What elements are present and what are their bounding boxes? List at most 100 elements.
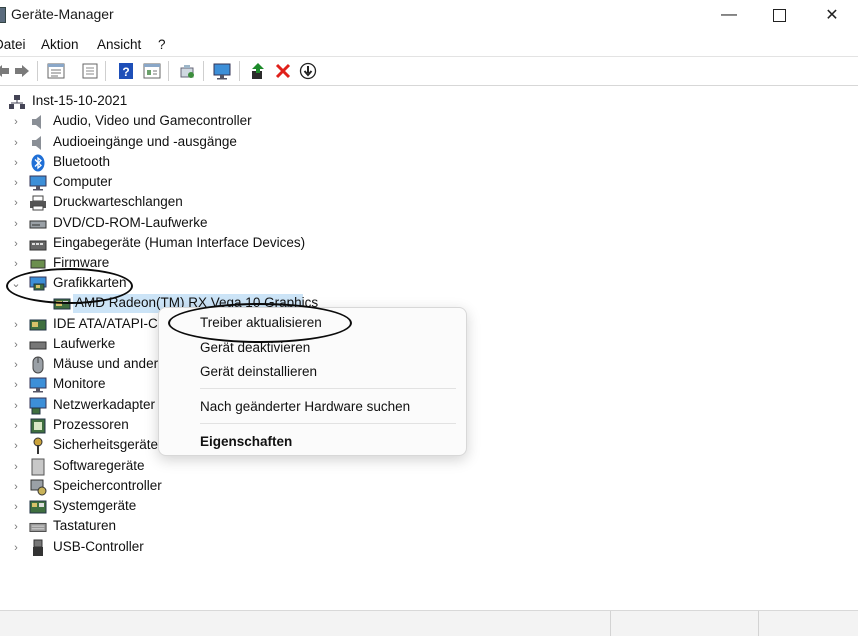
chevron-right-icon[interactable]: › xyxy=(10,460,22,474)
chevron-right-icon[interactable]: › xyxy=(10,156,22,170)
tree-category-label: Netzwerkadapter xyxy=(53,397,156,412)
annotation-ellipse-update-driver xyxy=(168,303,352,343)
bluetooth-icon xyxy=(29,154,47,171)
maximize-button[interactable] xyxy=(753,0,805,30)
chevron-right-icon[interactable]: › xyxy=(10,176,22,190)
tree-root-label: Inst-15-10-2021 xyxy=(32,93,128,108)
tree-category-label: Prozessoren xyxy=(53,417,129,432)
status-bar xyxy=(0,610,858,636)
tree-category-row[interactable]: › Systemgeräte xyxy=(0,497,858,517)
chevron-right-icon[interactable]: › xyxy=(10,115,22,129)
menu-item-uninstall-device[interactable]: Gerät deinstallieren xyxy=(200,364,317,379)
speaker-icon xyxy=(29,113,47,130)
tree-category-row[interactable]: › Druckwarteschlangen xyxy=(0,193,858,213)
chevron-right-icon[interactable]: › xyxy=(10,196,22,210)
tree-category-row[interactable]: › DVD/CD-ROM-Laufwerke xyxy=(0,214,858,234)
key-icon xyxy=(29,437,47,454)
tree-category-row[interactable]: › Softwaregeräte xyxy=(0,457,858,477)
tree-category-label: Softwaregeräte xyxy=(53,458,145,473)
tree-category-label: Systemgeräte xyxy=(53,498,137,513)
tree-category-row[interactable]: › Eingabegeräte (Human Interface Devices) xyxy=(0,234,858,254)
tree-category-row[interactable]: › Speichercontroller xyxy=(0,477,858,497)
back-arrow-icon[interactable] xyxy=(0,61,12,81)
close-button[interactable]: ✕ xyxy=(806,0,858,30)
chevron-right-icon[interactable]: › xyxy=(10,520,22,534)
chevron-right-icon[interactable]: › xyxy=(10,399,22,413)
close-icon: ✕ xyxy=(825,7,839,24)
tree-category-row[interactable]: › Tastaturen xyxy=(0,517,858,537)
tree-category-label: Eingabegeräte (Human Interface Devices) xyxy=(53,235,306,250)
monitor-icon xyxy=(29,174,47,191)
tree-root[interactable]: Inst-15-10-2021 xyxy=(0,92,858,112)
monitor-icon xyxy=(29,376,47,393)
svg-text:?: ? xyxy=(122,65,129,79)
tree-category-label: Monitore xyxy=(53,376,106,391)
tree-category-row[interactable]: › USB-Controller xyxy=(0,538,858,558)
status-divider xyxy=(610,611,611,636)
tree-category-row[interactable]: › Firmware xyxy=(0,254,858,274)
forward-arrow-icon[interactable] xyxy=(12,61,32,81)
chevron-right-icon[interactable]: › xyxy=(10,480,22,494)
chevron-right-icon[interactable]: › xyxy=(10,500,22,514)
status-divider xyxy=(758,611,759,636)
mouse-icon xyxy=(29,356,47,373)
list-view-icon[interactable] xyxy=(80,61,100,81)
processor-icon xyxy=(29,417,47,434)
tree-category-label: DVD/CD-ROM-Laufwerke xyxy=(53,215,208,230)
update-driver-icon[interactable] xyxy=(248,61,268,81)
menu-datei[interactable]: Datei xyxy=(0,37,26,52)
dvd-drive-icon xyxy=(29,215,47,232)
tree-category-label: Tastaturen xyxy=(53,518,117,533)
menu-ansicht[interactable]: Ansicht xyxy=(97,37,141,52)
menu-help[interactable]: ? xyxy=(158,37,166,52)
tree-category-label: Sicherheitsgeräte xyxy=(53,437,159,452)
storage-controller-icon xyxy=(29,478,47,495)
software-device-icon xyxy=(29,458,47,475)
tree-category-label: Computer xyxy=(53,174,113,189)
help-icon[interactable]: ? xyxy=(116,61,136,81)
tree-category-label: Bluetooth xyxy=(53,154,111,169)
disk-drive-icon xyxy=(29,336,47,353)
properties-icon[interactable] xyxy=(46,61,66,81)
chevron-right-icon[interactable]: › xyxy=(10,378,22,392)
tree-category-row[interactable]: › Audioeingänge und -ausgänge xyxy=(0,133,858,153)
tree-category-label: Druckwarteschlangen xyxy=(53,194,183,209)
device-manager-icon xyxy=(0,7,6,23)
chevron-right-icon[interactable]: › xyxy=(10,358,22,372)
tree-category-label: Mäuse und ander xyxy=(53,356,159,371)
hid-icon xyxy=(29,235,47,252)
menu-aktion[interactable]: Aktion xyxy=(41,37,79,52)
usb-icon xyxy=(29,539,47,556)
tree-category-row[interactable]: › Computer xyxy=(0,173,858,193)
disable-icon[interactable] xyxy=(298,61,318,81)
chevron-right-icon[interactable]: › xyxy=(10,237,22,251)
menu-item-properties[interactable]: Eigenschaften xyxy=(200,434,292,449)
uninstall-icon[interactable] xyxy=(273,61,293,81)
scan-icon[interactable] xyxy=(177,61,197,81)
tree-category-row[interactable]: › Audio, Video und Gamecontroller xyxy=(0,112,858,132)
toolbar: ? xyxy=(0,56,858,86)
monitor-icon[interactable] xyxy=(212,61,232,81)
minimize-icon: — xyxy=(721,6,737,23)
ide-icon xyxy=(29,316,47,333)
speaker-icon xyxy=(29,134,47,151)
chevron-right-icon[interactable]: › xyxy=(10,439,22,453)
menu-bar: Datei Aktion Ansicht ? xyxy=(0,34,858,56)
tree-category-label: Audio, Video und Gamecontroller xyxy=(53,113,252,128)
toolbar-separator xyxy=(239,61,240,81)
chevron-right-icon[interactable]: › xyxy=(10,419,22,433)
network-adapter-icon xyxy=(29,397,47,414)
computer-root-icon xyxy=(8,93,26,110)
tree-category-row[interactable]: › Bluetooth xyxy=(0,153,858,173)
action-view-icon[interactable] xyxy=(142,61,162,81)
menu-item-scan-hardware[interactable]: Nach geänderter Hardware suchen xyxy=(200,399,410,414)
chevron-right-icon[interactable]: › xyxy=(10,257,22,271)
chevron-right-icon[interactable]: › xyxy=(10,217,22,231)
chevron-right-icon[interactable]: › xyxy=(10,541,22,555)
chevron-right-icon[interactable]: › xyxy=(10,136,22,150)
chevron-right-icon[interactable]: › xyxy=(10,338,22,352)
minimize-button[interactable]: — xyxy=(703,0,755,30)
keyboard-icon xyxy=(29,518,47,535)
chevron-right-icon[interactable]: › xyxy=(10,318,22,332)
maximize-icon xyxy=(772,8,786,22)
